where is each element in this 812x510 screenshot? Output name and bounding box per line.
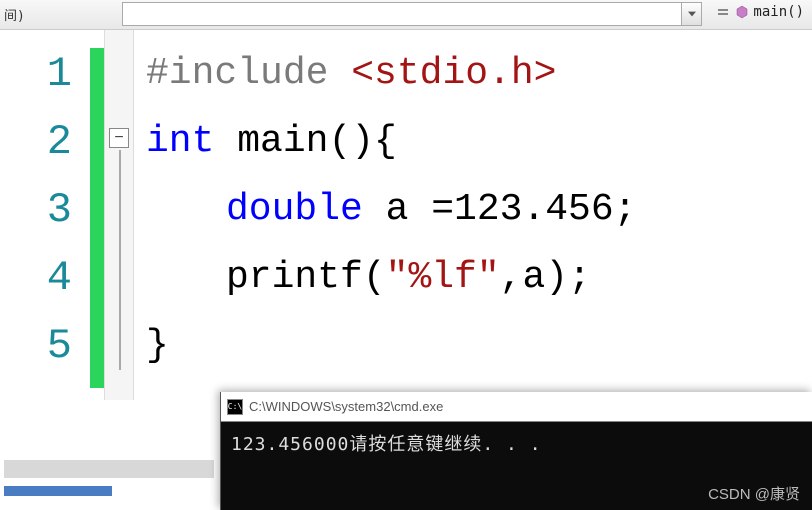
code-text: }	[146, 324, 169, 367]
dropdown-arrow-icon[interactable]	[681, 3, 701, 25]
scrollbar-track[interactable]	[4, 460, 214, 478]
function-name: main()	[753, 4, 804, 20]
fold-guide-line	[119, 150, 121, 370]
code-text: a =123.456;	[363, 188, 637, 231]
code-text: printf(	[226, 256, 386, 299]
code-line: double a =123.456;	[146, 176, 812, 244]
console-output: 123.456000请按任意键继续. . .	[221, 422, 812, 464]
function-indicator[interactable]: main()	[717, 4, 804, 20]
line-number: 4	[0, 244, 72, 312]
change-mark	[90, 320, 104, 388]
change-mark	[90, 116, 104, 184]
change-mark	[90, 48, 104, 116]
code-line: int main(){	[146, 108, 812, 176]
top-toolbar: 间) main()	[0, 0, 812, 30]
bottom-area: C:\ C:\WINDOWS\system32\cmd.exe 123.4560…	[0, 390, 812, 510]
preprocessor-token: #include	[146, 52, 328, 95]
change-indicator-bar	[90, 30, 104, 400]
code-editor[interactable]: 1 2 3 4 5 − #include <stdio.h>int main()…	[0, 30, 812, 400]
console-window[interactable]: C:\ C:\WINDOWS\system32\cmd.exe 123.4560…	[220, 392, 812, 510]
include-header-token: <stdio.h>	[351, 52, 556, 95]
string-token: "%lf"	[386, 256, 500, 299]
code-content[interactable]: #include <stdio.h>int main(){double a =1…	[134, 30, 812, 400]
cube-icon	[735, 5, 749, 19]
line-number: 3	[0, 176, 72, 244]
status-color-strip	[4, 486, 112, 496]
keyword-token: int	[146, 120, 214, 163]
line-number: 5	[0, 312, 72, 380]
code-text: ,a);	[500, 256, 591, 299]
line-number: 1	[0, 40, 72, 108]
change-mark	[90, 184, 104, 252]
scope-dropdown[interactable]	[122, 2, 702, 26]
keyword-token: double	[226, 188, 363, 231]
code-text: main(){	[214, 120, 396, 163]
cmd-icon: C:\	[227, 399, 243, 415]
fold-toggle[interactable]: −	[109, 128, 129, 148]
console-title-text: C:\WINDOWS\system32\cmd.exe	[249, 399, 443, 414]
code-line: printf("%lf",a);	[146, 244, 812, 312]
console-output-text: 123.456000请按任意键继续. . .	[231, 434, 542, 455]
line-number: 2	[0, 108, 72, 176]
code-line: }	[146, 312, 812, 380]
change-mark	[90, 252, 104, 320]
code-line: #include <stdio.h>	[146, 40, 812, 108]
toolbar-fragment-text: 间)	[0, 5, 25, 24]
watermark-text: CSDN @康贤	[708, 483, 800, 504]
line-number-gutter: 1 2 3 4 5	[0, 30, 90, 400]
console-titlebar[interactable]: C:\ C:\WINDOWS\system32\cmd.exe	[221, 392, 812, 422]
fold-column: −	[104, 30, 134, 400]
equals-icon	[717, 5, 731, 19]
